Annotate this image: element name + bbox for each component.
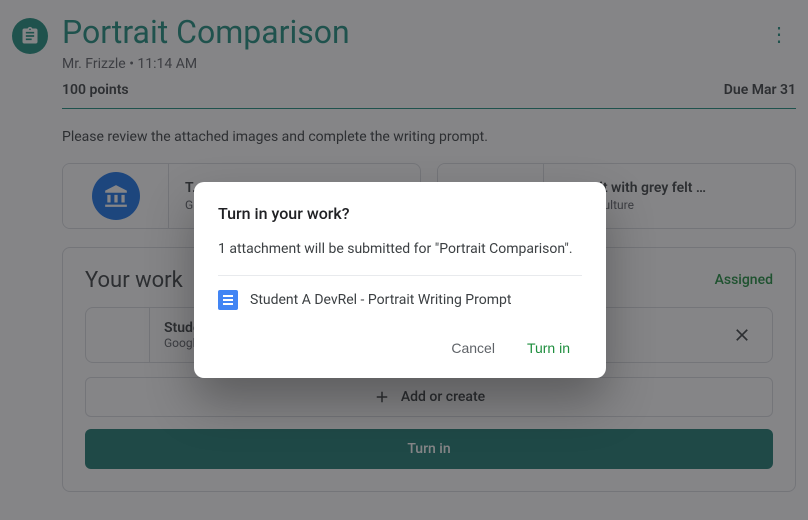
google-doc-icon — [218, 290, 238, 310]
dialog-title: Turn in your work? — [218, 204, 582, 223]
confirm-turn-in-button[interactable]: Turn in — [515, 332, 582, 364]
cancel-button[interactable]: Cancel — [439, 332, 507, 364]
dialog-message: 1 attachment will be submitted for "Port… — [218, 241, 582, 257]
turn-in-dialog: Turn in your work? 1 attachment will be … — [194, 182, 606, 378]
dialog-file-name: Student A DevRel - Portrait Writing Prom… — [250, 292, 511, 308]
dialog-actions: Cancel Turn in — [218, 332, 582, 364]
dialog-file-row: Student A DevRel - Portrait Writing Prom… — [218, 290, 582, 310]
assignment-page: Portrait Comparison Mr. Frizzle • 11:14 … — [0, 0, 808, 520]
dialog-divider — [218, 275, 582, 276]
